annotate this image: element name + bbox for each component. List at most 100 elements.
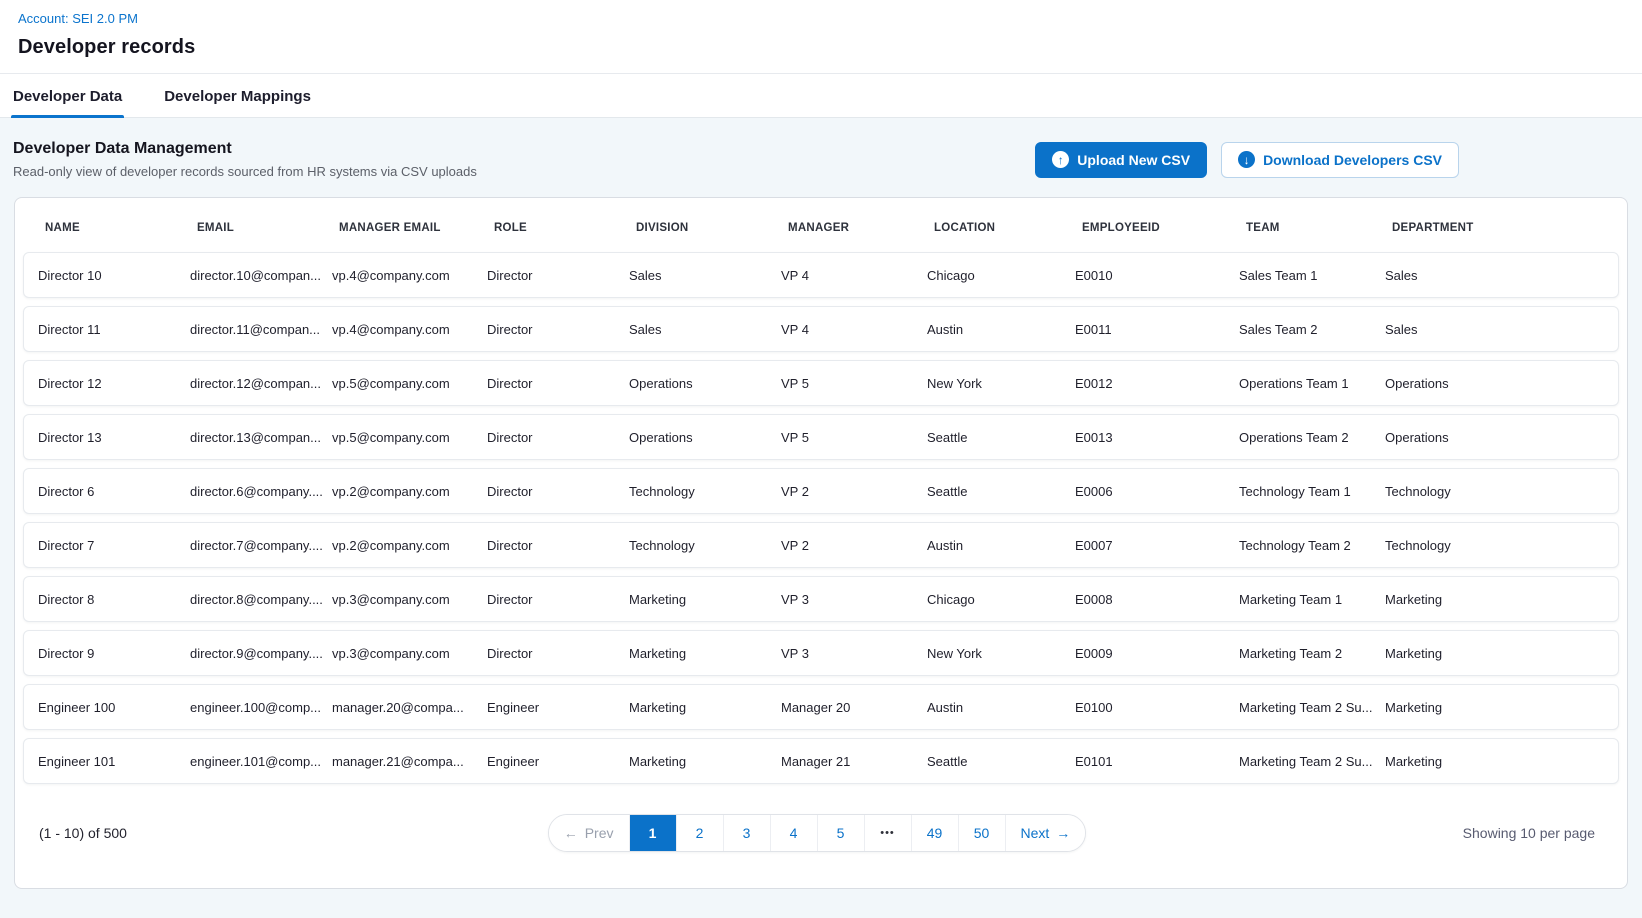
pagination: ←Prev12345•••4950Next→ (548, 814, 1087, 852)
cell-location: Austin (927, 538, 1075, 553)
tab-developer-data[interactable]: Developer Data (11, 74, 124, 117)
pagination-page-5[interactable]: 5 (817, 815, 864, 851)
cell-role: Director (487, 592, 629, 607)
cell-role: Director (487, 430, 629, 445)
cell-division: Marketing (629, 700, 781, 715)
cell-team: Technology Team 2 (1239, 538, 1385, 553)
cell-manager-email: vp.2@company.com (332, 484, 487, 499)
section-subtitle: Read-only view of developer records sour… (13, 164, 477, 179)
top-header: Account: SEI 2.0 PM Developer records (0, 0, 1642, 59)
page-title: Developer records (18, 36, 1624, 59)
cell-team: Sales Team 2 (1239, 322, 1385, 337)
table-footer: (1 - 10) of 500 ←Prev12345•••4950Next→ S… (23, 784, 1619, 888)
cell-manager-email: vp.5@company.com (332, 430, 487, 445)
cell-name: Engineer 101 (38, 754, 190, 769)
cell-role: Director (487, 268, 629, 283)
cell-manager: VP 3 (781, 592, 927, 607)
tab-bar: Developer Data Developer Mappings (0, 73, 1642, 118)
cell-manager-email: vp.3@company.com (332, 646, 487, 661)
cell-division: Technology (629, 484, 781, 499)
next-label: Next (1021, 825, 1050, 841)
cell-employeeid: E0011 (1075, 322, 1239, 337)
cell-employeeid: E0008 (1075, 592, 1239, 607)
cell-department: Sales (1385, 268, 1618, 283)
table-row: Engineer 101engineer.101@comp...manager.… (23, 738, 1619, 784)
cell-division: Operations (629, 430, 781, 445)
cell-name: Engineer 100 (38, 700, 190, 715)
pagination-page-1[interactable]: 1 (629, 815, 676, 851)
section-title: Developer Data Management (13, 140, 477, 158)
cell-employeeid: E0010 (1075, 268, 1239, 283)
section-header-text: Developer Data Management Read-only view… (13, 140, 477, 179)
download-icon: ↓ (1238, 151, 1255, 168)
pagination-page-49[interactable]: 49 (911, 815, 958, 851)
cell-employeeid: E0013 (1075, 430, 1239, 445)
column-header-name: NAME (45, 222, 197, 234)
download-developers-csv-button[interactable]: ↓ Download Developers CSV (1221, 142, 1459, 178)
prev-label: Prev (585, 825, 614, 841)
table-row: Director 12director.12@compan...vp.5@com… (23, 360, 1619, 406)
cell-team: Operations Team 1 (1239, 376, 1385, 391)
cell-division: Sales (629, 268, 781, 283)
cell-manager-email: manager.21@compa... (332, 754, 487, 769)
cell-name: Director 6 (38, 484, 190, 499)
cell-manager: VP 3 (781, 646, 927, 661)
cell-location: Seattle (927, 430, 1075, 445)
cell-employeeid: E0101 (1075, 754, 1239, 769)
cell-manager: Manager 21 (781, 754, 927, 769)
cell-role: Director (487, 646, 629, 661)
table-header-row: NAMEEMAILMANAGER EMAILROLEDIVISIONMANAGE… (23, 206, 1619, 252)
download-button-label: Download Developers CSV (1263, 152, 1442, 168)
column-header-team: TEAM (1246, 222, 1392, 234)
table-row: Director 8director.8@company....vp.3@com… (23, 576, 1619, 622)
cell-location: Seattle (927, 484, 1075, 499)
cell-email: director.12@compan... (190, 376, 332, 391)
cell-email: director.13@compan... (190, 430, 332, 445)
pagination-page-50[interactable]: 50 (958, 815, 1005, 851)
pagination-page-3[interactable]: 3 (723, 815, 770, 851)
upload-new-csv-button[interactable]: ↑ Upload New CSV (1035, 142, 1207, 178)
arrow-left-icon: ← (564, 825, 578, 841)
column-header-manager-email: MANAGER EMAIL (339, 222, 494, 234)
upload-icon: ↑ (1052, 151, 1069, 168)
developer-table-card: NAMEEMAILMANAGER EMAILROLEDIVISIONMANAGE… (14, 197, 1628, 889)
pagination-prev-button[interactable]: ← Prev (549, 815, 629, 851)
table-row: Director 11director.11@compan...vp.4@com… (23, 306, 1619, 352)
column-header-division: DIVISION (636, 222, 788, 234)
cell-email: director.7@company.... (190, 538, 332, 553)
cell-role: Director (487, 484, 629, 499)
cell-employeeid: E0012 (1075, 376, 1239, 391)
column-header-department: DEPARTMENT (1392, 222, 1619, 234)
upload-button-label: Upload New CSV (1077, 152, 1190, 168)
column-header-email: EMAIL (197, 222, 339, 234)
cell-department: Technology (1385, 538, 1618, 553)
cell-location: Austin (927, 700, 1075, 715)
cell-division: Marketing (629, 592, 781, 607)
cell-location: Chicago (927, 268, 1075, 283)
cell-email: director.9@company.... (190, 646, 332, 661)
cell-team: Operations Team 2 (1239, 430, 1385, 445)
pagination-page-2[interactable]: 2 (676, 815, 723, 851)
cell-department: Operations (1385, 430, 1618, 445)
account-link[interactable]: Account: SEI 2.0 PM (18, 11, 138, 26)
cell-location: Seattle (927, 754, 1075, 769)
cell-email: director.6@company.... (190, 484, 332, 499)
pagination-page-4[interactable]: 4 (770, 815, 817, 851)
cell-department: Marketing (1385, 592, 1618, 607)
cell-department: Sales (1385, 322, 1618, 337)
cell-manager: VP 2 (781, 538, 927, 553)
table-rows: Director 10director.10@compan...vp.4@com… (23, 252, 1619, 784)
cell-employeeid: E0009 (1075, 646, 1239, 661)
pagination-next-button[interactable]: Next→ (1005, 815, 1086, 851)
cell-team: Marketing Team 2 Su... (1239, 754, 1385, 769)
column-header-role: ROLE (494, 222, 636, 234)
cell-department: Operations (1385, 376, 1618, 391)
cell-name: Director 12 (38, 376, 190, 391)
cell-role: Engineer (487, 754, 629, 769)
cell-team: Marketing Team 2 Su... (1239, 700, 1385, 715)
cell-department: Marketing (1385, 646, 1618, 661)
cell-team: Technology Team 1 (1239, 484, 1385, 499)
table-row: Director 13director.13@compan...vp.5@com… (23, 414, 1619, 460)
cell-team: Marketing Team 2 (1239, 646, 1385, 661)
tab-developer-mappings[interactable]: Developer Mappings (162, 74, 313, 117)
